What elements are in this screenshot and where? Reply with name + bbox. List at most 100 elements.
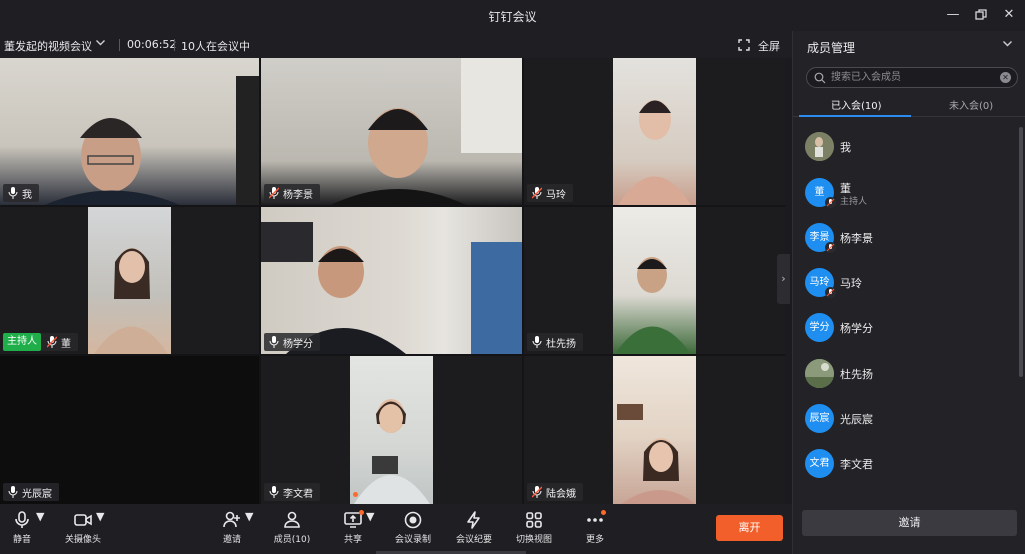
active-tab-indicator	[799, 115, 911, 117]
lightning-icon	[467, 511, 480, 529]
scrollbar[interactable]	[1019, 127, 1023, 377]
members-button[interactable]: 成员(10)	[272, 510, 312, 545]
leave-button[interactable]: 离开	[716, 515, 783, 541]
participant-name-tag: 杜先扬	[527, 333, 583, 351]
divider	[174, 39, 175, 51]
switch-view-button[interactable]: 切换视图	[514, 510, 554, 545]
participant-name-tag: 陆会娥	[527, 483, 583, 501]
video-feed	[261, 207, 522, 354]
fullscreen-button[interactable]: 全屏	[758, 38, 780, 54]
minutes-button[interactable]: 会议纪要	[454, 510, 494, 545]
tab-joined[interactable]: 已入会(10)	[831, 97, 882, 112]
participant-name: 李文君	[283, 488, 313, 500]
participant-count: 10人在会议中	[181, 40, 250, 53]
member-name: 光辰宸	[840, 413, 873, 426]
minimize-icon[interactable]: —	[944, 6, 962, 24]
participant-name: 董	[61, 338, 71, 350]
members-icon	[284, 511, 300, 528]
video-feed	[613, 207, 696, 354]
record-button[interactable]: 会议录制	[393, 510, 433, 545]
video-tile[interactable]: 陆会娥	[524, 356, 785, 504]
video-tile[interactable]: 杨李景	[261, 58, 522, 205]
host-badge: 主持人	[3, 333, 41, 351]
member-role: 主持人	[840, 197, 868, 207]
chevron-down-icon[interactable]	[95, 37, 106, 51]
recording-indicator	[353, 492, 358, 497]
mute-button[interactable]: 静音	[8, 510, 36, 545]
more-label: 更多	[585, 535, 604, 545]
title-bar: 钉钉会议 — ✕	[0, 0, 1025, 31]
participant-name-tag: 李文君	[264, 483, 320, 501]
mic-options-caret-icon[interactable]: ▼	[36, 510, 44, 523]
invite-options-caret-icon[interactable]: ▼	[245, 510, 253, 523]
list-item[interactable]: 学分 杨学分	[805, 313, 1005, 347]
restore-icon[interactable]	[972, 6, 990, 24]
video-tile[interactable]: 我	[0, 58, 259, 205]
list-item[interactable]: 杜先扬	[805, 359, 1005, 393]
list-item[interactable]: 我	[805, 132, 1005, 166]
microphone-muted-icon	[825, 287, 836, 298]
microphone-muted-icon	[269, 187, 279, 199]
share-button[interactable]: 共享	[340, 510, 366, 545]
member-name: 杨李景	[840, 232, 873, 245]
member-management-panel: 成员管理 ✕ 已入会(10) 未入会(0) 我 董 董 主持人 李景	[792, 31, 1025, 554]
search-input[interactable]	[831, 70, 1001, 85]
members-label: 成员(10)	[273, 535, 311, 545]
video-tile[interactable]: 杜先扬	[524, 207, 785, 354]
microphone-icon	[269, 486, 279, 498]
tab-not-joined[interactable]: 未入会(0)	[949, 97, 993, 112]
avatar	[805, 359, 834, 388]
camera-icon	[74, 514, 92, 526]
microphone-icon	[8, 486, 18, 498]
list-item[interactable]: 辰宸 光辰宸	[805, 404, 1005, 438]
microphone-muted-icon	[532, 486, 542, 498]
participant-name: 杨学分	[283, 338, 313, 350]
list-item[interactable]: 董 董 主持人	[805, 178, 1005, 212]
video-tile[interactable]: 光辰宸	[0, 356, 259, 504]
microphone-icon	[532, 336, 542, 348]
participant-name-tag: 主持人 董	[3, 333, 78, 351]
microphone-muted-icon	[532, 187, 542, 199]
video-tile[interactable]: 马玲	[524, 58, 785, 205]
meeting-name[interactable]: 董发起的视频会议	[4, 38, 92, 54]
video-tile[interactable]: 杨学分	[261, 207, 522, 354]
avatar	[805, 132, 834, 161]
list-item[interactable]: 李景 杨李景	[805, 223, 1005, 257]
add-user-icon	[223, 511, 240, 528]
meeting-info-bar: 董发起的视频会议 00:06:52 10人在会议中 全屏	[0, 31, 792, 58]
participant-name: 光辰宸	[22, 488, 52, 500]
participant-name: 陆会娥	[546, 488, 576, 500]
participant-name-tag: 杨学分	[264, 333, 320, 351]
avatar: 学分	[805, 313, 834, 342]
share-options-caret-icon[interactable]: ▼	[366, 510, 374, 523]
video-feed	[0, 58, 259, 205]
invite-toolbar-button[interactable]: 邀请	[219, 510, 245, 545]
collapse-sidebar-arrow-icon[interactable]: ›	[777, 254, 790, 304]
window-title: 钉钉会议	[488, 10, 537, 24]
microphone-muted-icon	[825, 197, 836, 208]
share-label: 共享	[343, 535, 362, 545]
clear-search-icon[interactable]: ✕	[1000, 72, 1011, 83]
microphone-icon	[269, 336, 279, 348]
video-tile[interactable]: 李文君	[261, 356, 522, 504]
avatar: 文君	[805, 449, 834, 478]
video-grid: 我 杨李景 马玲 主持人 董 杨学分 杜先扬 光辰宸 李文君 陆会娥	[0, 58, 785, 504]
list-item[interactable]: 文君 李文君	[805, 449, 1005, 483]
invite-button[interactable]: 邀请	[802, 510, 1017, 536]
close-icon[interactable]: ✕	[1000, 6, 1018, 24]
member-name: 马玲	[840, 277, 862, 290]
notification-dot	[601, 510, 606, 515]
fullscreen-icon[interactable]	[738, 39, 750, 51]
member-name: 杨学分	[840, 322, 873, 335]
microphone-icon	[15, 511, 29, 528]
microphone-icon	[8, 187, 18, 199]
list-item[interactable]: 马玲 马玲	[805, 268, 1005, 302]
chevron-down-icon[interactable]	[1002, 38, 1013, 52]
camera-off-label: 关摄像头	[64, 535, 101, 545]
more-button[interactable]: 更多	[582, 510, 608, 545]
record-icon	[404, 511, 422, 529]
participant-name: 杜先扬	[546, 338, 576, 350]
video-feed	[613, 356, 696, 504]
video-tile[interactable]: 主持人 董	[0, 207, 259, 354]
camera-options-caret-icon[interactable]: ▼	[96, 510, 104, 523]
